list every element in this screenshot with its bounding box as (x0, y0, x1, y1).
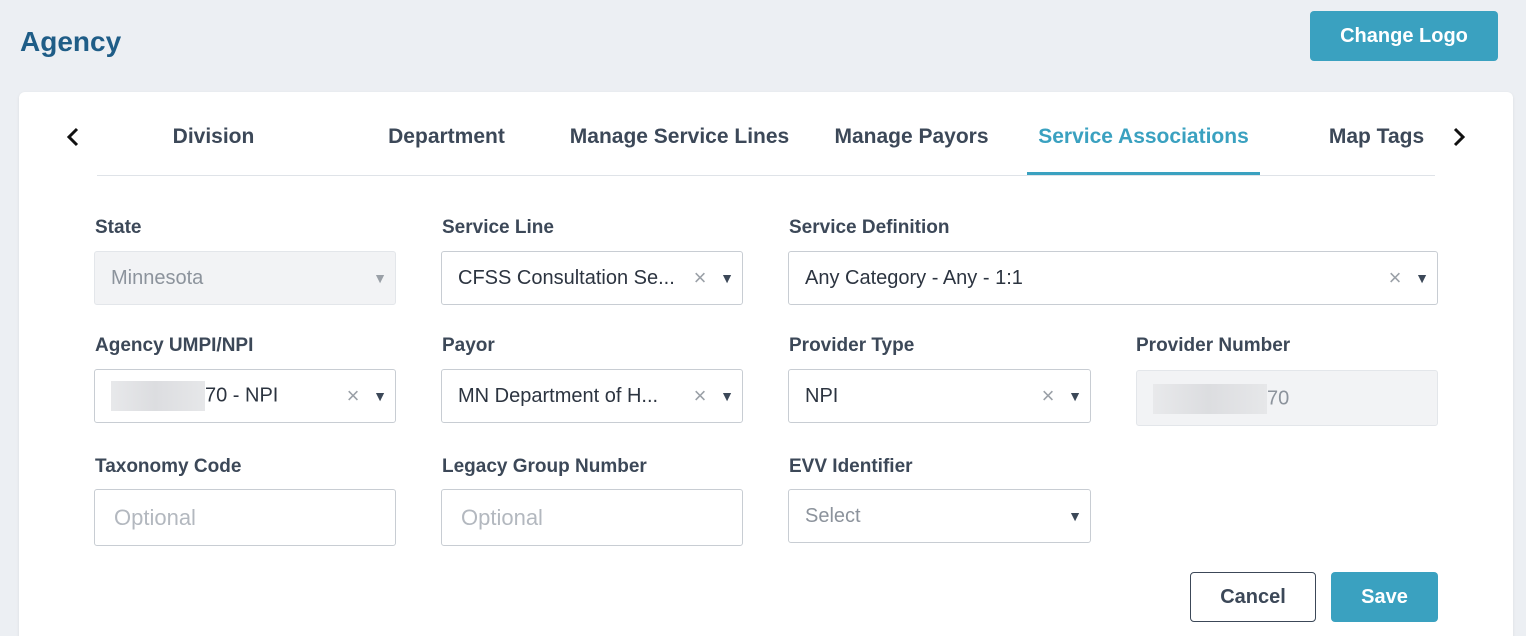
chevron-down-icon: ▼ (1068, 508, 1082, 524)
clear-icon[interactable]: × (688, 385, 712, 407)
payor-select[interactable]: MN Department of H... × ▼ (441, 369, 743, 423)
chevron-down-icon: ▼ (1068, 388, 1082, 404)
taxonomy-code-input[interactable]: Optional (94, 489, 396, 546)
save-button[interactable]: Save (1331, 572, 1438, 622)
redacted-mask (1153, 384, 1267, 414)
agency-npi-value: 70 - NPI (205, 384, 279, 407)
tab-department[interactable]: Department (330, 120, 563, 176)
service-line-select[interactable]: CFSS Consultation Se... × ▼ (441, 251, 743, 305)
clear-icon[interactable]: × (1383, 267, 1407, 289)
chevron-right-icon (1453, 127, 1466, 147)
taxonomy-code-placeholder: Optional (114, 504, 196, 530)
clear-icon[interactable]: × (1036, 385, 1060, 407)
tab-division[interactable]: Division (97, 120, 330, 176)
tab-manage-payors[interactable]: Manage Payors (796, 120, 1027, 176)
service-definition-label: Service Definition (789, 217, 950, 238)
clear-icon[interactable]: × (341, 385, 365, 407)
service-line-value: CFSS Consultation Se... (458, 266, 675, 289)
chevron-down-icon: ▼ (373, 270, 387, 286)
chevron-down-icon: ▼ (720, 388, 734, 404)
evv-identifier-select[interactable]: Select ▼ (788, 489, 1091, 543)
tabs-next-button[interactable] (1447, 122, 1471, 152)
chevron-down-icon: ▼ (1415, 270, 1429, 286)
state-label: State (95, 217, 142, 238)
legacy-group-number-input[interactable]: Optional (441, 489, 743, 546)
provider-number-field: 70 (1136, 370, 1438, 426)
clear-icon[interactable]: × (688, 267, 712, 289)
legacy-group-number-label: Legacy Group Number (442, 456, 647, 477)
tab-manage-service-lines[interactable]: Manage Service Lines (563, 120, 796, 176)
provider-type-label: Provider Type (789, 335, 915, 356)
chevron-down-icon: ▼ (720, 270, 734, 286)
change-logo-button[interactable]: Change Logo (1310, 11, 1498, 61)
tabs-divider (97, 175, 1435, 176)
evv-identifier-placeholder: Select (805, 504, 861, 527)
provider-number-label: Provider Number (1136, 335, 1291, 356)
evv-identifier-label: EVV Identifier (789, 456, 913, 477)
redacted-mask (111, 381, 205, 411)
provider-type-select[interactable]: NPI × ▼ (788, 369, 1091, 423)
service-line-label: Service Line (442, 217, 554, 238)
tab-service-associations[interactable]: Service Associations (1027, 120, 1260, 176)
payor-label: Payor (442, 335, 495, 356)
payor-value: MN Department of H... (458, 384, 659, 407)
state-select[interactable]: Minnesota ▼ (94, 251, 396, 305)
tabs-prev-button[interactable] (61, 122, 85, 152)
state-value: Minnesota (111, 266, 204, 289)
cancel-button[interactable]: Cancel (1190, 572, 1316, 622)
provider-type-value: NPI (805, 384, 839, 407)
agency-npi-select[interactable]: 70 - NPI × ▼ (94, 369, 396, 423)
page-title: Agency (20, 26, 122, 57)
chevron-down-icon: ▼ (373, 388, 387, 404)
chevron-left-icon (66, 127, 79, 147)
agency-npi-label: Agency UMPI/NPI (95, 335, 254, 356)
provider-number-value-wrap: 70 (1153, 384, 1437, 414)
provider-number-value: 70 (1267, 387, 1290, 410)
service-definition-value: Any Category - Any - 1:1 (805, 266, 1023, 289)
agency-npi-value-wrap: 70 - NPI (111, 381, 341, 411)
legacy-group-number-placeholder: Optional (461, 504, 543, 530)
service-definition-select[interactable]: Any Category - Any - 1:1 × ▼ (788, 251, 1438, 305)
taxonomy-code-label: Taxonomy Code (95, 456, 242, 477)
